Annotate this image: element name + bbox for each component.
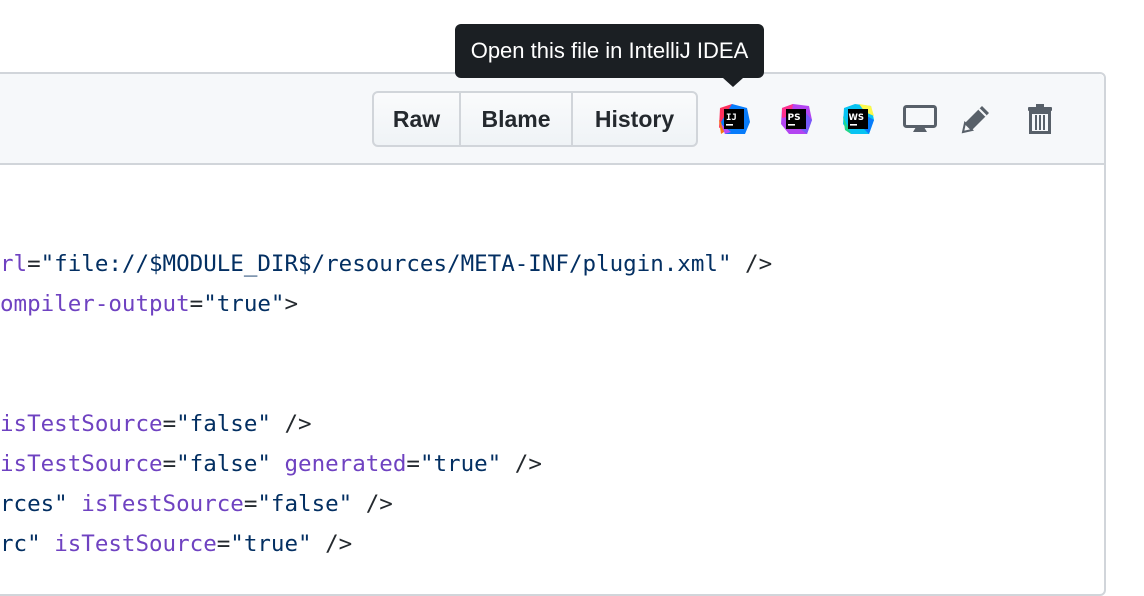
code-line: ompiler-output="true"> <box>0 284 772 324</box>
code-string: "true" <box>203 291 285 317</box>
phpstorm-icon: PS <box>781 104 812 134</box>
trash-delete-icon <box>1028 104 1052 134</box>
code-text: = <box>27 251 41 277</box>
tooltip: Open this file in IntelliJ IDEA <box>455 24 764 87</box>
code-text: = <box>216 531 231 557</box>
code-text: = <box>162 411 177 437</box>
code-view: rl="file://$MODULE_DIR$/resources/META-I… <box>0 244 772 564</box>
code-text: /> <box>501 451 542 477</box>
open-in-intellij-button[interactable]: IJ <box>716 101 752 137</box>
blame-button[interactable]: Blame <box>461 93 573 145</box>
code-text: = <box>162 451 177 477</box>
code-string: "false" <box>176 451 271 477</box>
code-line: rces" isTestSource="false" /> <box>0 484 772 524</box>
code-attribute: ompiler-output <box>0 291 190 317</box>
code-attribute: generated <box>284 451 407 477</box>
code-line: isTestSource="false" generated="true" /> <box>0 444 772 484</box>
code-string: "file://$MODULE_DIR$/resources/META-INF/… <box>40 251 732 277</box>
code-attribute: isTestSource <box>0 411 163 437</box>
code-text: /> <box>731 251 773 277</box>
code-text: /> <box>311 531 353 557</box>
raw-button[interactable]: Raw <box>374 93 461 145</box>
desktop-icon <box>903 105 937 132</box>
open-in-desktop-button[interactable] <box>902 101 938 137</box>
code-string: "false" <box>176 411 271 437</box>
code-string: rces" <box>0 491 68 517</box>
svg-text:PS: PS <box>788 113 801 123</box>
webstorm-icon: WS <box>843 104 874 134</box>
pencil-edit-icon <box>961 106 989 134</box>
file-header: Raw Blame History IJ PS WS <box>0 74 1104 165</box>
code-line: rl="file://$MODULE_DIR$/resources/META-I… <box>0 244 772 284</box>
file-actions-button-group: Raw Blame History <box>372 91 698 147</box>
svg-text:IJ: IJ <box>726 113 737 123</box>
code-text: /> <box>352 491 393 517</box>
edit-file-button[interactable] <box>958 101 994 137</box>
code-text: /> <box>270 411 312 437</box>
code-string: rc" <box>0 531 41 557</box>
open-in-webstorm-button[interactable]: WS <box>840 101 876 137</box>
code-attribute: isTestSource <box>0 451 163 477</box>
history-button[interactable]: History <box>573 93 696 145</box>
delete-file-button[interactable] <box>1022 101 1058 137</box>
code-attribute: isTestSource <box>54 531 217 557</box>
code-string: "false" <box>257 491 353 517</box>
code-line: rc" isTestSource="true" /> <box>0 524 772 564</box>
code-text: = <box>406 451 420 477</box>
intellij-idea-icon: IJ <box>719 104 750 134</box>
open-in-phpstorm-button[interactable]: PS <box>778 101 814 137</box>
code-line: isTestSource="false" /> <box>0 404 772 444</box>
svg-text:WS: WS <box>849 113 865 123</box>
code-string: "true" <box>419 451 502 477</box>
code-string: "true" <box>230 531 312 557</box>
code-attribute: isTestSource <box>81 491 244 517</box>
code-text: > <box>284 291 299 317</box>
code-text: = <box>189 291 204 317</box>
code-attribute: rl <box>0 251 28 277</box>
code-text: = <box>243 491 258 517</box>
